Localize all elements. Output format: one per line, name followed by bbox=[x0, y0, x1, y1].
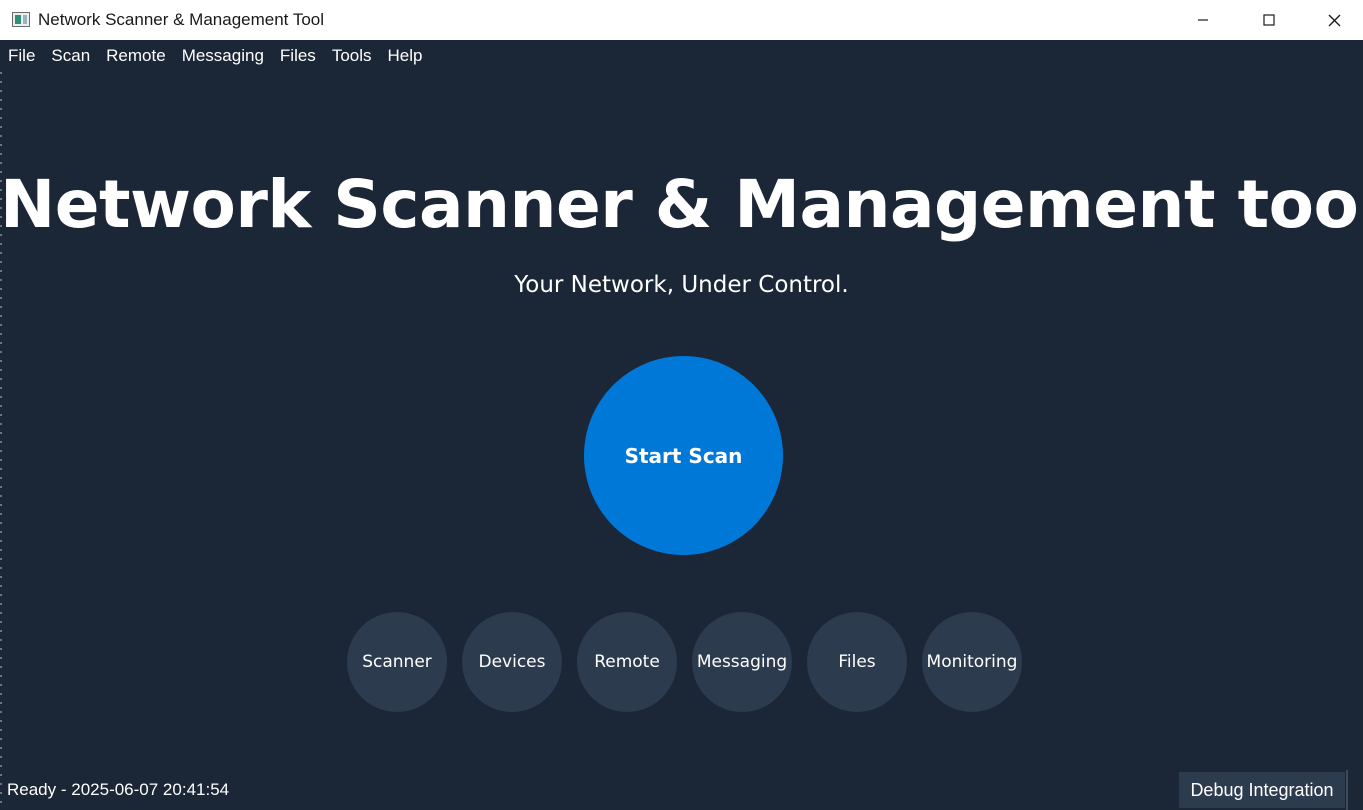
nav-monitoring-button[interactable]: Monitoring bbox=[922, 612, 1022, 712]
nav-remote-button[interactable]: Remote bbox=[577, 612, 677, 712]
nav-scanner-button[interactable]: Scanner bbox=[347, 612, 447, 712]
menu-messaging[interactable]: Messaging bbox=[182, 40, 264, 72]
title-bar: Network Scanner & Management Tool bbox=[0, 0, 1363, 40]
minimize-icon bbox=[1198, 19, 1208, 21]
nav-scanner-label: Scanner bbox=[362, 652, 432, 672]
menu-file[interactable]: File bbox=[8, 40, 35, 72]
nav-buttons: Scanner Devices Remote Messaging Files M… bbox=[347, 612, 1027, 713]
menu-help[interactable]: Help bbox=[388, 40, 423, 72]
menu-remote[interactable]: Remote bbox=[106, 40, 166, 72]
maximize-button[interactable] bbox=[1236, 0, 1302, 40]
nav-devices-button[interactable]: Devices bbox=[462, 612, 562, 712]
nav-files-label: Files bbox=[838, 652, 876, 672]
nav-messaging-label: Messaging bbox=[696, 652, 788, 672]
app-window-icon bbox=[12, 12, 30, 27]
nav-devices-label: Devices bbox=[478, 652, 546, 672]
close-icon bbox=[1328, 14, 1340, 26]
minimize-button[interactable] bbox=[1170, 0, 1236, 40]
debug-integration-button[interactable]: Debug Integration bbox=[1179, 772, 1345, 808]
maximize-icon bbox=[1263, 14, 1275, 26]
nav-monitoring-label: Monitoring bbox=[926, 652, 1018, 672]
nav-files-button[interactable]: Files bbox=[807, 612, 907, 712]
menu-tools[interactable]: Tools bbox=[332, 40, 372, 72]
menu-files[interactable]: Files bbox=[280, 40, 316, 72]
page-title: Network Scanner & Management tool bbox=[0, 166, 1363, 243]
start-scan-button[interactable]: Start Scan bbox=[584, 356, 783, 555]
window-title: Network Scanner & Management Tool bbox=[38, 10, 325, 29]
nav-messaging-button[interactable]: Messaging bbox=[692, 612, 792, 712]
resize-grip[interactable] bbox=[1346, 770, 1348, 810]
menu-scan[interactable]: Scan bbox=[51, 40, 90, 72]
main-window: Network Scanner & Management Tool File S… bbox=[0, 0, 1363, 810]
page-subtitle: Your Network, Under Control. bbox=[514, 272, 849, 298]
nav-remote-label: Remote bbox=[594, 652, 660, 672]
status-text: Ready - 2025-06-07 20:41:54 bbox=[7, 780, 230, 799]
menu-bar: File Scan Remote Messaging Files Tools H… bbox=[0, 40, 1363, 72]
close-button[interactable] bbox=[1301, 0, 1363, 40]
